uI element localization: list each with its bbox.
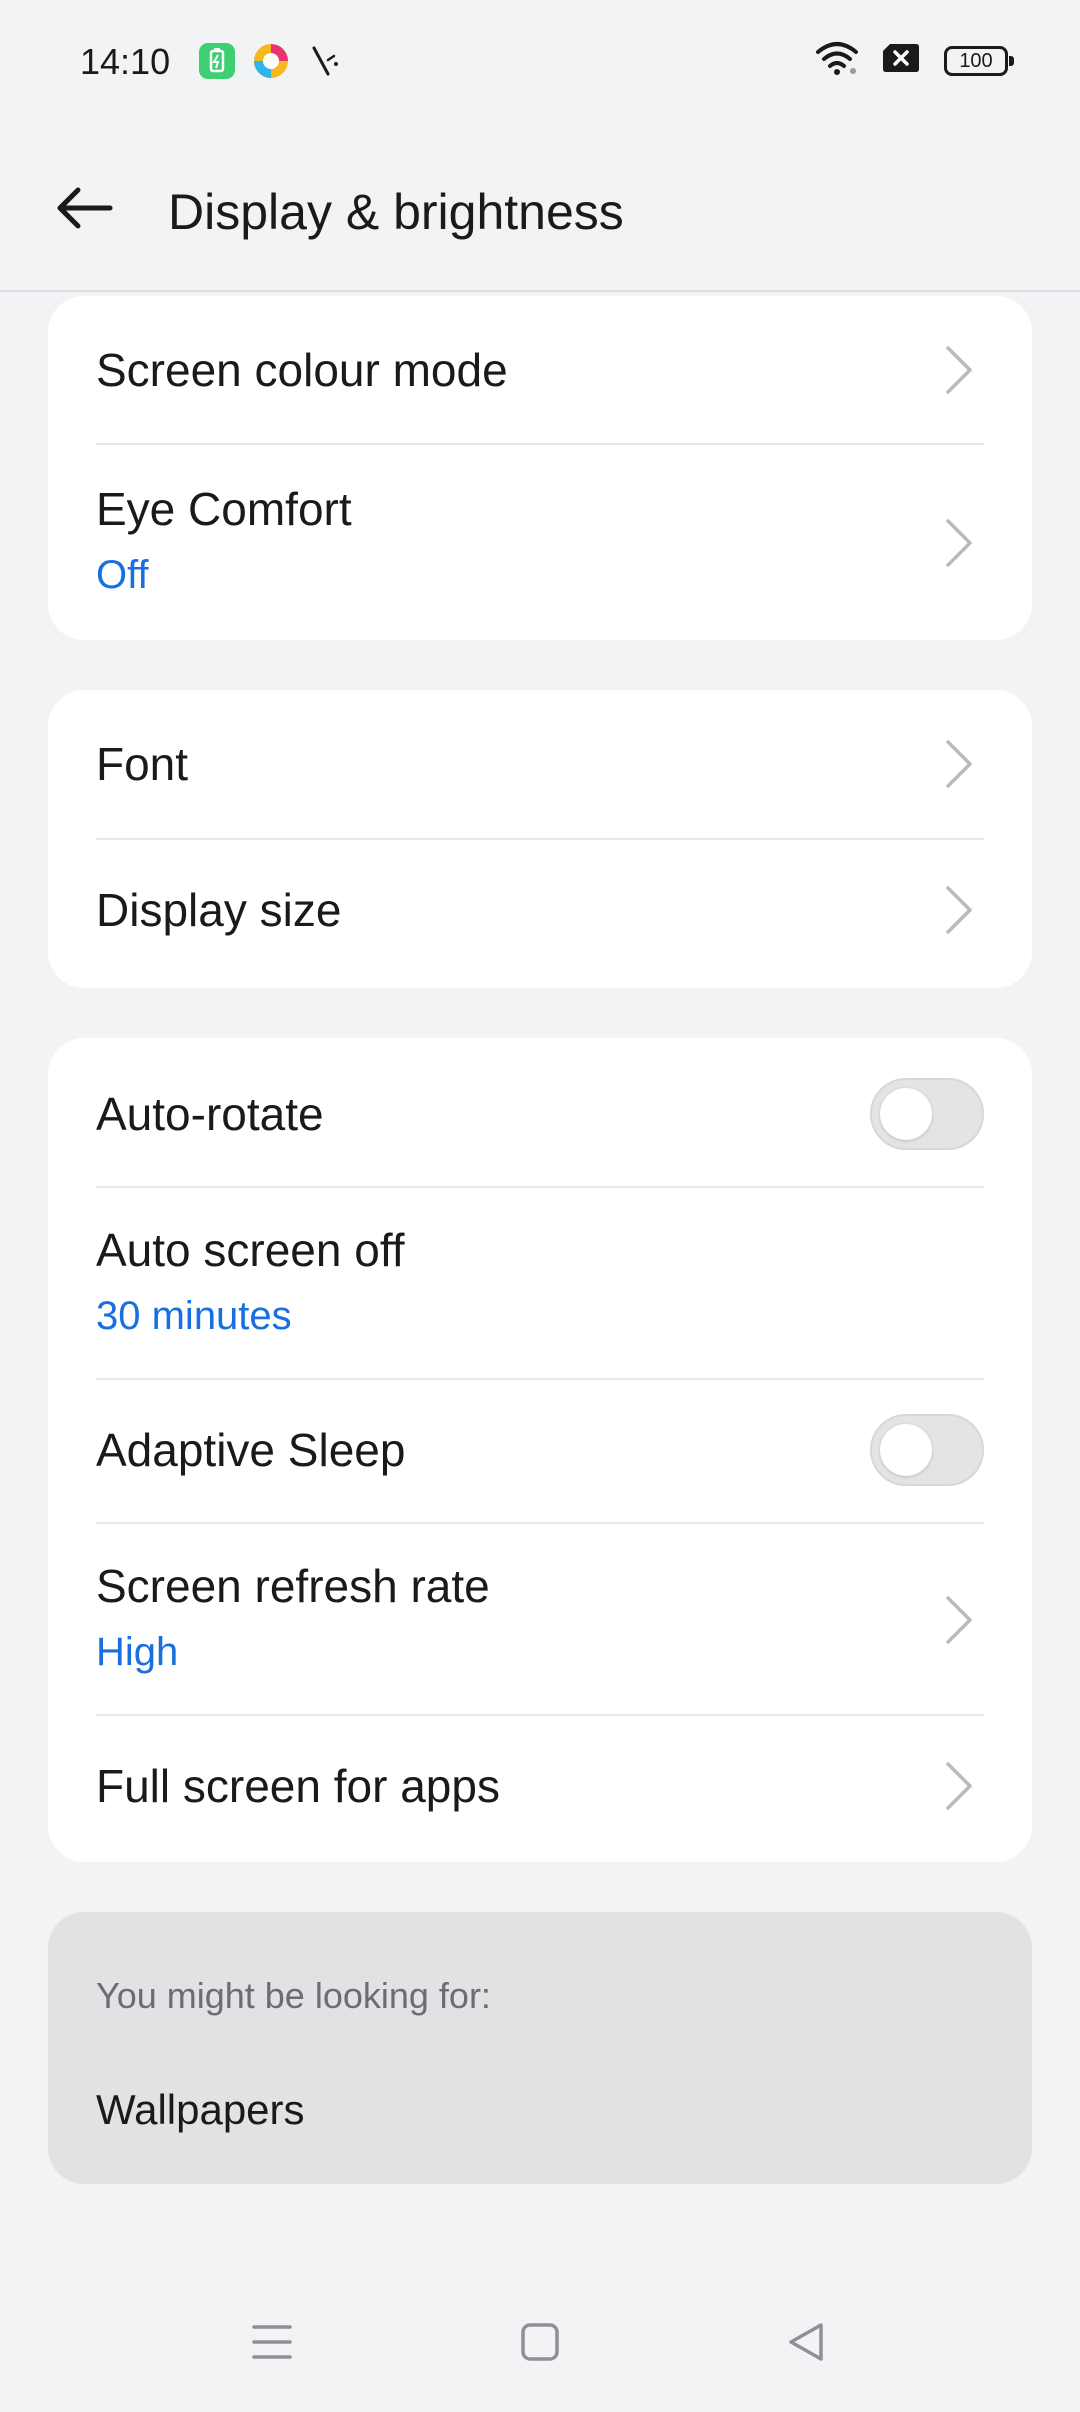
page-title: Display & brightness: [168, 184, 624, 240]
auto-rotate-item[interactable]: Auto-rotate: [96, 1038, 984, 1186]
settings-card-display: Screen colour mode Eye Comfort Off: [48, 296, 1032, 640]
chevron-right-icon: [946, 346, 972, 394]
battery-saver-icon: [198, 42, 236, 85]
home-button[interactable]: [508, 2310, 572, 2374]
auto-rotate-toggle[interactable]: [870, 1078, 984, 1150]
chevron-right-icon: [946, 1596, 972, 1644]
row-title: Full screen for apps: [96, 1760, 500, 1812]
chevron-right-icon: [946, 1762, 972, 1810]
settings-card-screen: Auto-rotate Auto screen off 30 minutes A…: [48, 1038, 1032, 1862]
home-icon: [521, 2323, 559, 2361]
battery-icon: 100: [944, 45, 1014, 76]
row-title: Font: [96, 738, 189, 790]
auto-screen-off-item[interactable]: Auto screen off 30 minutes: [96, 1188, 984, 1378]
chevron-right-icon: [946, 886, 972, 934]
row-title: Screen colour mode: [96, 344, 508, 396]
navigation-bar: [0, 2290, 1080, 2400]
row-value: Off: [96, 553, 149, 597]
back-arrow-icon: [57, 187, 113, 229]
back-icon: [789, 2323, 823, 2361]
row-title: Display size: [96, 884, 342, 936]
chevron-right-icon: [946, 740, 972, 788]
app-header: Display & brightness: [0, 124, 1080, 292]
screen-colour-mode-item[interactable]: Screen colour mode: [96, 296, 984, 444]
no-sim-icon: [882, 42, 920, 79]
row-title: Auto-rotate: [96, 1088, 324, 1140]
nav-back-button[interactable]: [774, 2310, 838, 2374]
eye-comfort-item[interactable]: Eye Comfort Off: [96, 445, 984, 640]
status-time: 14:10: [80, 41, 171, 82]
chevron-right-icon: [946, 519, 972, 567]
adaptive-sleep-toggle[interactable]: [870, 1414, 984, 1486]
row-title: Eye Comfort: [96, 483, 352, 535]
row-value: 30 minutes: [96, 1294, 292, 1338]
screen-refresh-rate-item[interactable]: Screen refresh rate High: [96, 1524, 984, 1714]
row-value: High: [96, 1630, 179, 1674]
status-notification-icons: [198, 42, 344, 85]
toggle-knob: [880, 1088, 932, 1140]
recent-apps-button[interactable]: [240, 2310, 304, 2374]
suggestions-heading: You might be looking for:: [96, 1975, 491, 2016]
row-title: Auto screen off: [96, 1224, 405, 1276]
feather-icon: [306, 42, 344, 85]
status-bar: 14:10 100: [0, 0, 1080, 124]
adaptive-sleep-item[interactable]: Adaptive Sleep: [96, 1380, 984, 1522]
browser-app-icon: [252, 42, 290, 85]
settings-card-text: Font Display size: [48, 690, 1032, 988]
menu-icon: [252, 2325, 292, 2359]
status-system-icons: 100: [816, 40, 1014, 81]
toggle-knob: [880, 1424, 932, 1476]
wifi-icon: [816, 40, 858, 81]
row-title: Adaptive Sleep: [96, 1424, 406, 1476]
full-screen-for-apps-item[interactable]: Full screen for apps: [96, 1716, 984, 1862]
back-button[interactable]: [52, 176, 116, 240]
row-title: Screen refresh rate: [96, 1560, 490, 1612]
suggestions-card: You might be looking for: Wallpapers: [48, 1912, 1032, 2184]
display-size-item[interactable]: Display size: [96, 840, 984, 988]
font-item[interactable]: Font: [96, 690, 984, 838]
suggestion-wallpapers[interactable]: Wallpapers: [96, 2084, 305, 2136]
